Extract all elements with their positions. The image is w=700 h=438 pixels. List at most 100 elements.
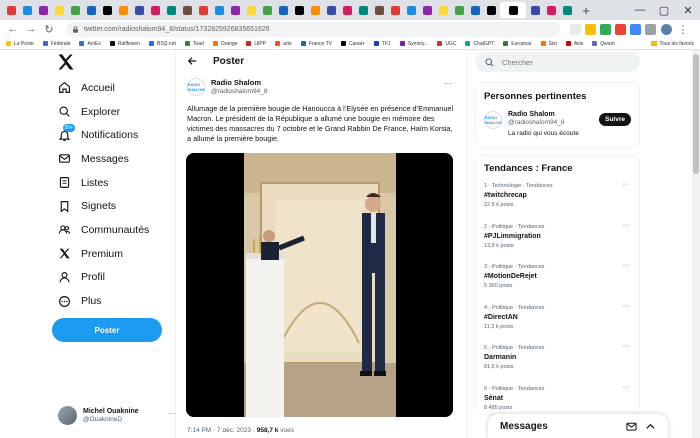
bookmark-item[interactable]: ChatGPT [465,41,494,47]
post-button[interactable]: Poster [52,318,162,342]
bookmark-item[interactable]: arte [275,41,292,47]
browser-tab[interactable] [116,2,130,18]
browser-tab[interactable] [420,2,434,18]
chevron-up-icon[interactable] [645,421,656,432]
browser-tab[interactable] [148,2,162,18]
page-scrollbar[interactable] [692,50,700,438]
browser-tab[interactable] [484,2,498,18]
browser-tab[interactable] [500,2,526,18]
more-icon[interactable]: ··· [622,303,629,310]
account-switcher[interactable]: Michel Ouaknine @OuaknineD ··· [58,406,176,425]
new-tab-button[interactable]: + [580,3,592,18]
nav-item-listes[interactable]: Listes [52,171,177,195]
nav-item-explorer[interactable]: Explorer [52,100,177,124]
more-icon[interactable]: ··· [622,343,629,350]
browser-tab[interactable] [308,2,322,18]
browser-tab[interactable] [356,2,370,18]
x-logo-icon[interactable] [56,52,80,74]
trend-item[interactable]: 1 · Technologie · Tendances #twitchrecap 2… [484,174,631,215]
maximize-button[interactable]: ▢ [652,0,676,20]
more-icon[interactable]: ··· [622,384,629,391]
browser-tab[interactable] [340,2,354,18]
back-arrow-icon[interactable] [187,56,197,66]
extension-icon[interactable] [600,23,611,35]
nav-item-communautes[interactable]: Communautés [52,218,177,242]
bookmark-item[interactable]: Raiffeisen [109,41,140,47]
bookmark-item[interactable]: Avis [565,41,583,47]
author-avatar[interactable]: RADIO SHALOM [187,78,205,96]
bookmark-item[interactable]: TF1 [373,41,391,47]
more-icon[interactable]: ··· [622,181,629,188]
nav-item-plus[interactable]: Plus [52,289,177,313]
reload-button[interactable]: ↻ [42,22,56,36]
close-window-button[interactable]: ✕ [676,0,700,20]
more-icon[interactable]: ··· [622,222,629,229]
search-box[interactable] [475,52,640,72]
browser-tab[interactable] [36,2,50,18]
bookmark-item[interactable]: UIPP [246,41,266,47]
trend-item[interactable]: 2 · Politique · Tendances #PJLimmigration… [484,215,631,256]
puzzle-icon[interactable] [645,23,656,35]
all-bookmarks[interactable]: Tous les favoris [650,41,694,47]
search-input[interactable] [502,57,622,67]
browser-tab[interactable] [560,2,574,18]
more-icon[interactable]: ··· [622,262,629,269]
relevant-person[interactable]: RADIO SHALOM Radio Shalom @radioshalom94… [484,111,631,137]
browser-tab[interactable] [100,2,114,18]
bookmark-item[interactable]: Qwant [592,41,615,47]
browser-tab[interactable] [468,2,482,18]
extension-icon[interactable] [615,23,626,35]
star-icon[interactable] [585,23,596,35]
trend-item[interactable]: 6 · Politique · Tendances Sénat 8 495 post… [484,377,631,415]
back-button[interactable]: ← [6,22,20,36]
nav-item-accueil[interactable]: Accueil [52,76,177,100]
bookmark-item[interactable]: Sixt [540,41,557,47]
relevant-name[interactable]: Radio Shalom [508,111,579,118]
browser-tab[interactable] [276,2,290,18]
browser-tab[interactable] [452,2,466,18]
author-name[interactable]: Radio Shalom [211,78,267,87]
browser-tab[interactable] [292,2,306,18]
bookmark-item[interactable]: AmEx [79,41,101,47]
bookmark-item[interactable]: Orange [212,41,237,47]
bookmark-item[interactable]: Fédérale [42,41,70,47]
browser-tab[interactable] [436,2,450,18]
avatar[interactable]: RADIO SHALOM [484,111,502,129]
bookmark-item[interactable]: Synony... [399,41,428,47]
tweet-time[interactable]: 7:14 PM · 7 déc. 2023 · [187,427,257,434]
more-icon[interactable]: ··· [444,79,452,88]
scrollbar-thumb[interactable] [693,54,699,174]
browser-tab[interactable] [212,2,226,18]
messages-drawer[interactable]: Messages [488,414,668,438]
follow-button[interactable]: Suivre [599,113,631,126]
bookmark-item[interactable]: Europcar [503,41,532,47]
tweet-video[interactable] [186,153,453,417]
minimize-button[interactable]: — [628,0,652,20]
bookmark-item[interactable]: France TV [300,41,332,47]
browser-tab[interactable] [68,2,82,18]
author-handle[interactable]: @radioshalom94_8 [211,88,267,95]
share-icon[interactable] [570,23,581,35]
bookmark-item[interactable]: La Poste [6,41,34,47]
nav-item-signets[interactable]: Signets [52,194,177,218]
browser-tab[interactable] [544,2,558,18]
browser-tab[interactable] [372,2,386,18]
browser-tab[interactable] [84,2,98,18]
nav-item-profil[interactable]: Profil [52,266,177,290]
browser-tab[interactable] [180,2,194,18]
browser-tab[interactable] [52,2,66,18]
browser-tab[interactable] [132,2,146,18]
browser-tab[interactable] [228,2,242,18]
trend-item[interactable]: 3 · Politique · Tendances #MotionDeRejet 5… [484,255,631,296]
bookmark-item[interactable]: BSQ.net [148,41,176,47]
browser-tab[interactable] [20,2,34,18]
profile-avatar[interactable] [661,23,672,35]
browser-tab[interactable] [4,2,18,18]
browser-tab[interactable] [404,2,418,18]
nav-item-notifications[interactable]: 20+ Notifications [52,123,177,147]
browser-tab[interactable] [388,2,402,18]
bookmark-item[interactable]: Toad [184,41,204,47]
browser-tab[interactable] [528,2,542,18]
nav-item-messages[interactable]: Messages [52,147,177,171]
forward-button[interactable]: → [24,22,38,36]
